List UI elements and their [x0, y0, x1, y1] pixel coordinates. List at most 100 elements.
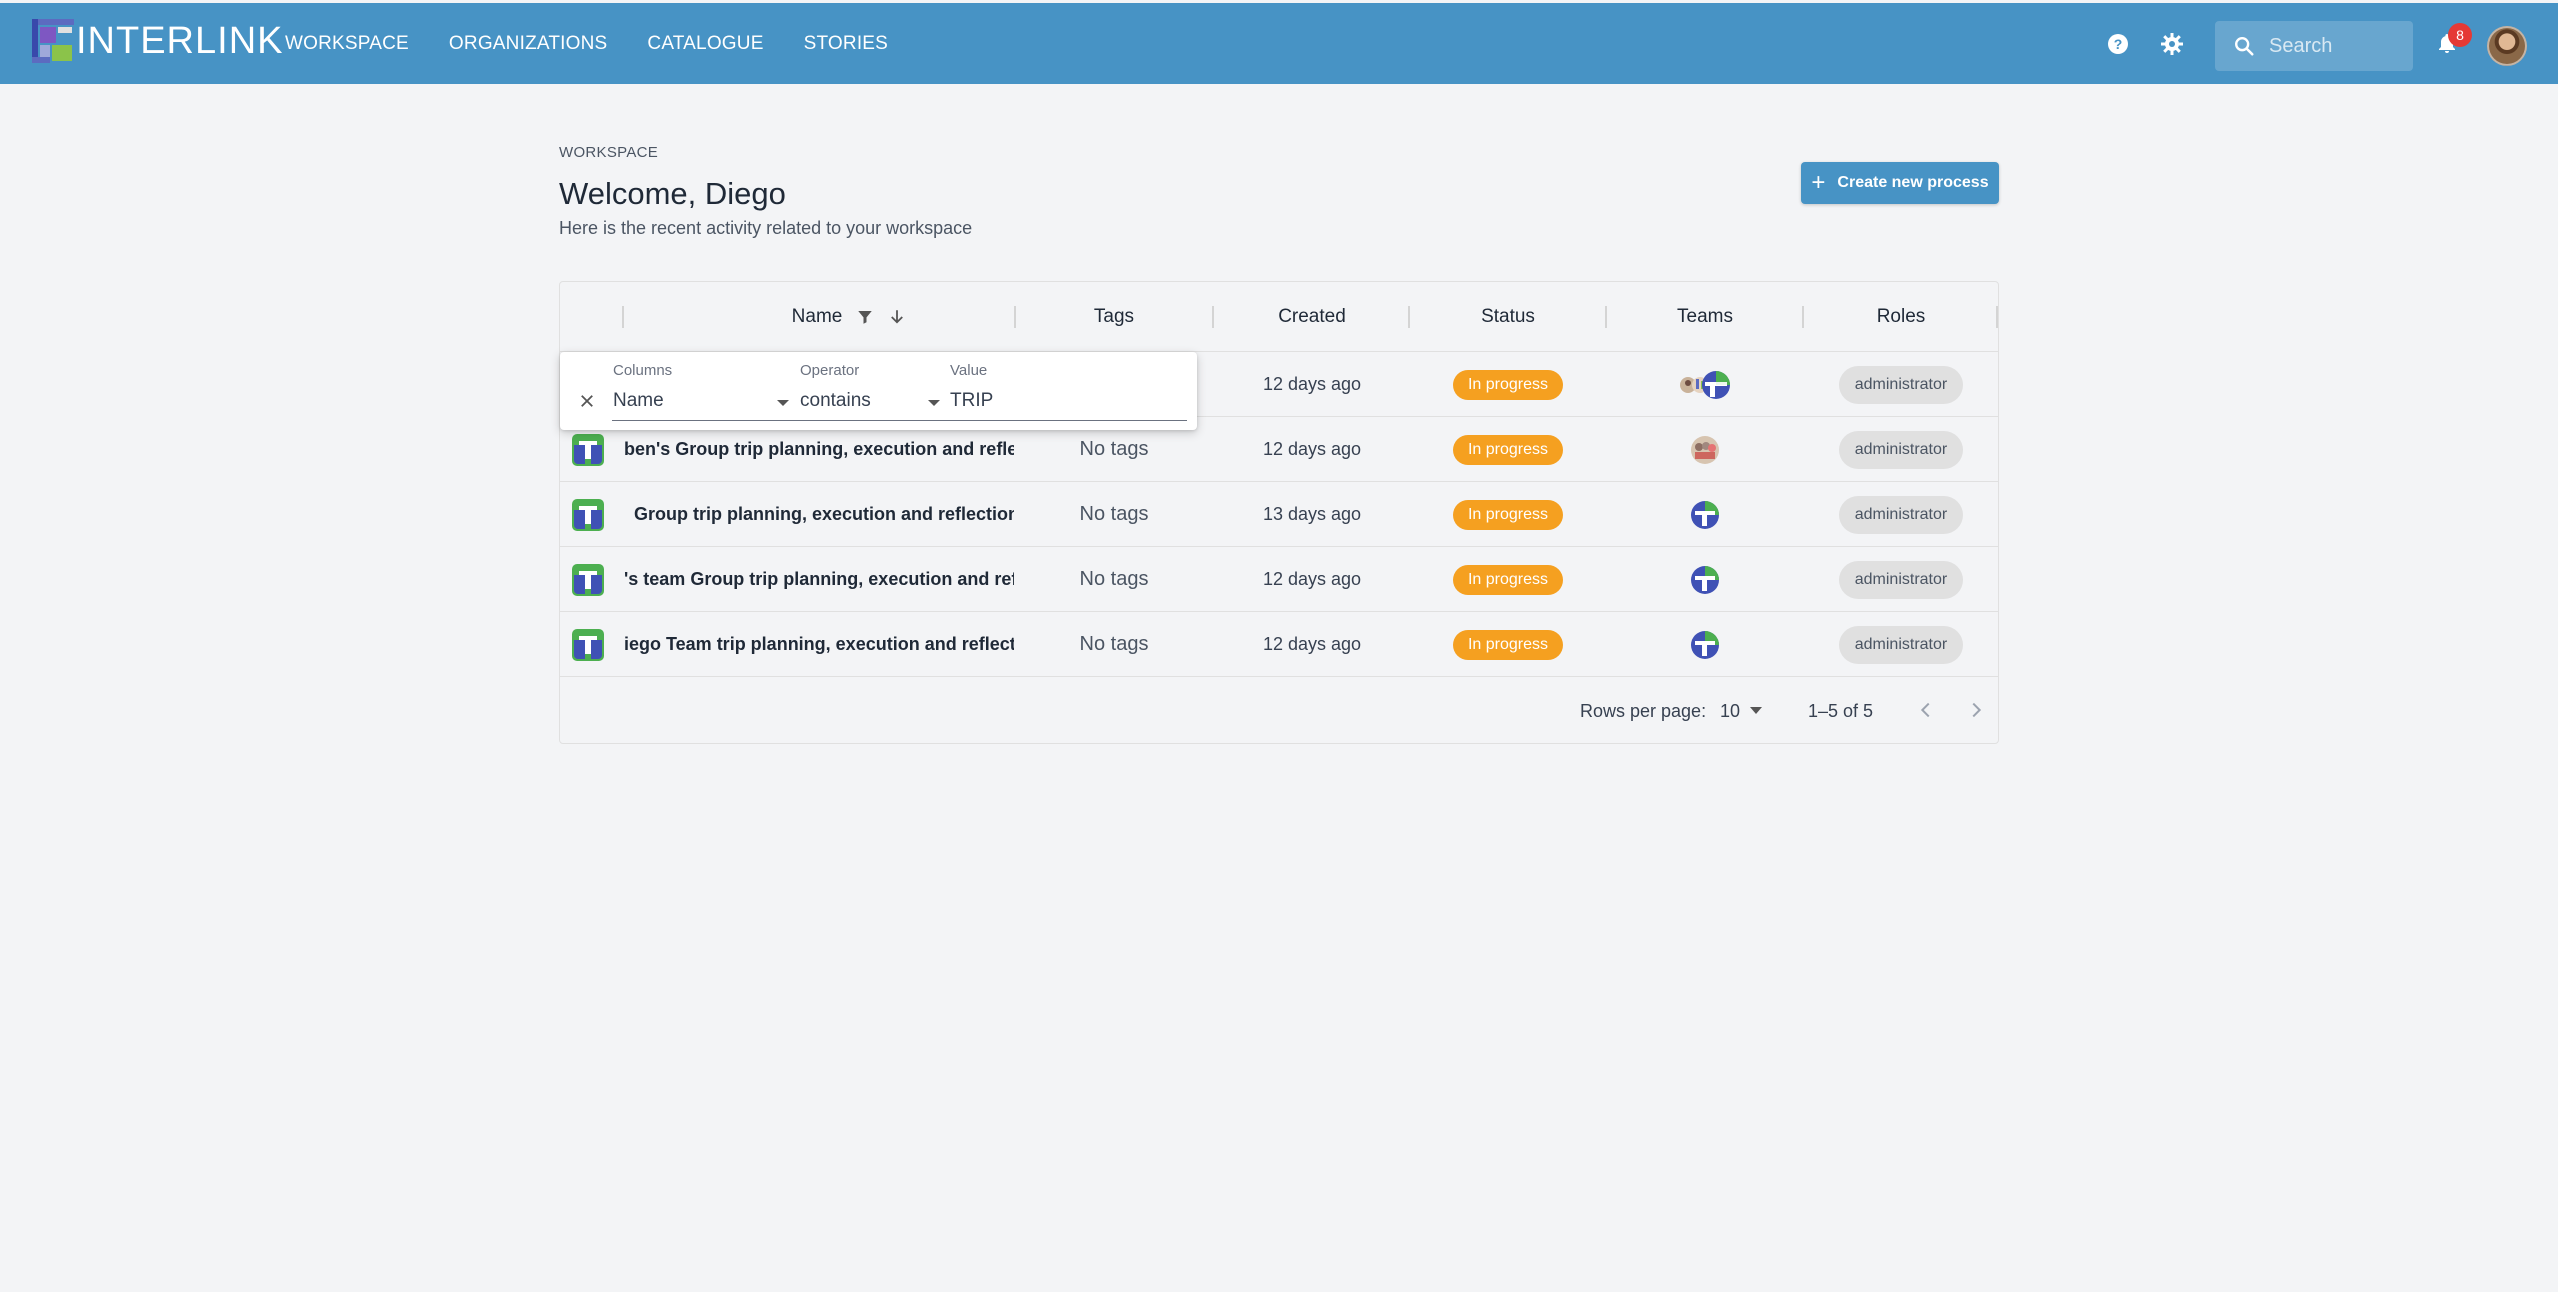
- nav-stories[interactable]: STORIES: [804, 33, 888, 55]
- tags-cell: No tags: [1079, 568, 1149, 590]
- chevron-down-icon: [777, 400, 789, 406]
- logo-text: INTERLINK: [76, 19, 284, 62]
- role-chip: administrator: [1838, 430, 1964, 469]
- column-header-status[interactable]: Status: [1410, 282, 1606, 352]
- created-cell: 13 days ago: [1262, 504, 1362, 524]
- role-chip: administrator: [1838, 495, 1964, 534]
- teams-cell: [1607, 417, 1803, 482]
- pagination-range: 1–5 of 5: [1808, 701, 1874, 721]
- rows-per-page-select[interactable]: 10: [1720, 695, 1763, 727]
- status-cell: In progress: [1410, 482, 1606, 547]
- nav-organizations[interactable]: ORGANIZATIONS: [449, 33, 607, 55]
- table-row[interactable]: iego Team trip planning, execution and r…: [560, 612, 1998, 677]
- column-separator: [1996, 306, 1998, 328]
- page-subtitle: Here is the recent activity related to y…: [559, 218, 973, 238]
- filter-value-label: Value: [950, 362, 988, 379]
- roles-cell: administrator: [1804, 352, 1998, 417]
- filter-columns-value: Name: [613, 390, 664, 411]
- column-header-created[interactable]: Created: [1214, 282, 1410, 352]
- filter-operator-select[interactable]: contains: [800, 384, 940, 418]
- help-icon[interactable]: ?: [2103, 29, 2133, 59]
- status-cell: In progress: [1410, 352, 1606, 417]
- filter-operator-value: contains: [800, 390, 871, 411]
- teams-cell: [1607, 612, 1803, 677]
- column-header-tags[interactable]: Tags: [1016, 282, 1212, 352]
- process-icon: [572, 564, 604, 596]
- role-chip: administrator: [1838, 625, 1964, 664]
- name-cell[interactable]: iego Team trip planning, execution and r…: [624, 612, 1014, 677]
- interlink-logo[interactable]: INTERLINK: [32, 19, 283, 63]
- created-cell: 12 days ago: [1262, 634, 1362, 654]
- created-cell: 12 days ago: [1262, 439, 1362, 459]
- table-pagination: Rows per page: 10 1–5 of 5: [560, 677, 1998, 745]
- team-avatar-icon[interactable]: [1690, 630, 1720, 660]
- roles-cell: administrator: [1804, 482, 1998, 547]
- team-avatar-icon[interactable]: [1690, 435, 1720, 465]
- close-icon[interactable]: [578, 392, 596, 410]
- teams-cell: [1607, 482, 1803, 547]
- rows-per-page-label: Rows per page:: [1580, 701, 1707, 721]
- roles-cell: administrator: [1804, 417, 1998, 482]
- status-chip: In progress: [1452, 629, 1564, 660]
- name-cell[interactable]: 's team Group trip planning, execution a…: [624, 547, 1014, 612]
- column-header-teams[interactable]: Teams: [1607, 282, 1803, 352]
- filter-operator-label: Operator: [800, 362, 860, 379]
- search-icon: [2235, 37, 2254, 56]
- create-new-process-button[interactable]: + Create new process: [1801, 162, 1999, 204]
- chevron-down-icon: [928, 400, 940, 406]
- page-title: Welcome, Diego: [559, 176, 786, 211]
- nav-catalogue[interactable]: CATALOGUE: [647, 33, 763, 55]
- filter-value-text: TRIP: [950, 390, 994, 411]
- role-chip: administrator: [1838, 365, 1964, 404]
- filter-underline: [612, 420, 1187, 421]
- settings-gear-icon[interactable]: [2157, 29, 2187, 59]
- column-filter-panel: Columns Name Operator contains Value TRI…: [560, 352, 1197, 430]
- next-page-icon[interactable]: [1965, 699, 1987, 721]
- roles-cell: administrator: [1804, 547, 1998, 612]
- filter-columns-label: Columns: [613, 362, 673, 379]
- status-chip: In progress: [1452, 564, 1564, 595]
- process-icon: [572, 499, 604, 531]
- filter-value-input[interactable]: TRIP: [950, 384, 1187, 418]
- status-chip: In progress: [1452, 434, 1564, 465]
- status-cell: In progress: [1410, 417, 1606, 482]
- team-avatar-icon[interactable]: [1690, 565, 1720, 595]
- notifications-badge: 8: [2448, 23, 2472, 47]
- sort-descending-icon[interactable]: [888, 308, 906, 326]
- tags-cell: No tags: [1079, 503, 1149, 525]
- filter-columns-select[interactable]: Name: [613, 384, 793, 418]
- svg-text:?: ?: [2114, 36, 2123, 52]
- nav-workspace[interactable]: WORKSPACE: [285, 33, 409, 55]
- plus-icon: +: [1811, 169, 1826, 196]
- status-cell: In progress: [1410, 547, 1606, 612]
- interlink-logo-icon: [32, 19, 74, 63]
- process-icon: [572, 434, 604, 466]
- created-cell: 12 days ago: [1262, 569, 1362, 589]
- table-header: Name Tags Created Status Teams Roles: [560, 282, 1998, 352]
- column-header-roles[interactable]: Roles: [1804, 282, 1998, 352]
- team-avatar-icon[interactable]: [1690, 500, 1720, 530]
- column-header-name[interactable]: Name: [624, 282, 1074, 352]
- tags-cell: No tags: [1079, 633, 1149, 655]
- breadcrumb: WORKSPACE: [559, 144, 659, 161]
- teams-cell: [1607, 352, 1803, 417]
- rows-per-page-value: 10: [1720, 700, 1741, 721]
- column-header-label: Name: [791, 306, 843, 327]
- top-app-bar: INTERLINK WORKSPACE ORGANIZATIONS CATALO…: [0, 3, 2558, 84]
- previous-page-icon[interactable]: [1915, 699, 1937, 721]
- search-input[interactable]: [2269, 34, 2409, 58]
- status-cell: In progress: [1410, 612, 1606, 677]
- teams-cell: [1607, 547, 1803, 612]
- process-icon: [572, 629, 604, 661]
- role-chip: administrator: [1838, 560, 1964, 599]
- table-row[interactable]: 's team Group trip planning, execution a…: [560, 547, 1998, 612]
- status-chip: In progress: [1452, 369, 1564, 400]
- table-row[interactable]: Group trip planning, execution and refle…: [560, 482, 1998, 547]
- processes-table: Name Tags Created Status Teams Roles 12 …: [559, 281, 1999, 744]
- name-cell[interactable]: Group trip planning, execution and refle…: [634, 482, 1014, 547]
- created-cell: 12 days ago: [1262, 374, 1362, 394]
- team-avatars-icon[interactable]: [1679, 370, 1731, 400]
- search-box[interactable]: [2215, 21, 2413, 71]
- filter-icon[interactable]: [856, 308, 874, 326]
- user-avatar[interactable]: [2487, 26, 2527, 66]
